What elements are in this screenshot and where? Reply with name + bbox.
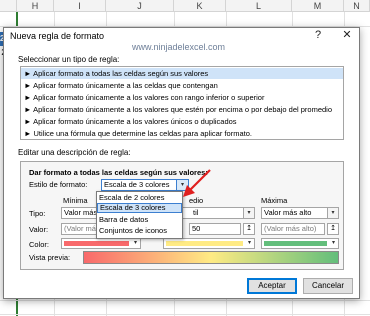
format-style-label: Estilo de formato: [29,180,88,189]
chevron-down-icon: ▾ [133,240,137,246]
max-color-fill [264,241,327,246]
rule-type-item[interactable]: ► Aplicar formato únicamente a los valor… [24,92,264,103]
color-label: Color: [29,240,50,249]
max-type-select[interactable]: Valor más alto ▾ [261,207,339,219]
format-style-select[interactable]: Escala de 3 colores ▾ [101,179,189,191]
column-header-j[interactable]: J [106,0,174,12]
column-header-h[interactable]: H [17,0,54,12]
preview-label: Vista previa: [29,253,71,262]
style-option-2-color-scale[interactable]: Escala de 2 colores [97,193,182,203]
grid-line [0,314,370,315]
rule-type-item[interactable]: ► Utilice una fórmula que determine las … [24,128,252,139]
rule-type-item[interactable]: ► Aplicar formato a todas las celdas seg… [21,68,343,79]
mid-color-picker[interactable]: ▾ [163,238,255,249]
rule-type-item[interactable]: ► Aplicar formato únicamente a las celda… [24,80,218,91]
min-color-picker[interactable]: ▾ [61,238,141,249]
value-label: Valor: [29,225,49,234]
style-option-data-bar[interactable]: Barra de datos [97,215,182,225]
column-header-l[interactable]: L [226,0,292,12]
column-header-n[interactable]: N [344,0,370,12]
rule-type-item[interactable]: ► Aplicar formato únicamente a los valor… [24,104,332,115]
grid-line [0,300,370,301]
maximum-header: Máxima [261,196,288,205]
max-type-value: Valor más alto [264,208,312,217]
edit-description-label: Editar una descripción de regla: [18,148,131,157]
type-label: Tipo: [29,209,46,218]
format-style-dropdown-list: Escala de 2 colores Escala de 3 colores … [96,191,183,239]
color-scale-preview [83,251,339,264]
cancel-button[interactable]: Cancelar [303,278,353,294]
rule-type-list[interactable]: ► Aplicar formato a todas las celdas seg… [20,66,344,140]
max-value-input[interactable]: (Valor más alto) [261,223,325,235]
max-range-select-button[interactable]: ↥ [327,223,339,235]
mid-type-value: til [193,208,199,217]
mid-color-fill [166,241,243,246]
rule-type-item[interactable]: ► Aplicar formato únicamente a los valor… [24,116,237,127]
max-value-text: (Valor más alto) [264,224,317,233]
annotation-arrow-icon [183,169,211,197]
minimum-header: Mínima [63,196,88,205]
mid-value-text: 50 [192,224,201,233]
max-color-picker[interactable]: ▾ [261,238,339,249]
chevron-down-icon: ▾ [331,240,335,246]
mid-range-select-button[interactable]: ↥ [243,223,255,235]
select-rule-type-label: Seleccionar un tipo de regla: [18,55,120,64]
min-color-fill [64,241,129,246]
close-icon[interactable]: ✕ [339,29,355,42]
mid-value-input[interactable]: 50 [189,223,241,235]
style-option-3-color-scale[interactable]: Escala de 3 colores [97,203,182,213]
column-header-i[interactable]: I [54,0,106,12]
column-header-m[interactable]: M [292,0,344,12]
dialog-title: Nueva regla de formato [10,31,105,41]
format-style-value: Escala de 3 colores [104,180,170,189]
chevron-down-icon: ▾ [247,240,251,246]
chevron-down-icon[interactable]: ▾ [327,208,338,218]
help-button[interactable]: ? [310,29,326,42]
chevron-down-icon[interactable]: ▾ [243,208,254,218]
style-option-icon-sets[interactable]: Conjuntos de iconos [97,226,182,236]
column-header-k[interactable]: K [174,0,226,12]
new-format-rule-dialog: Nueva regla de formato ? ✕ www.ninjadele… [3,27,360,299]
column-header-corner [0,0,17,12]
accept-button[interactable]: Aceptar [247,278,297,294]
watermark-text: www.ninjadelexcel.com [132,42,226,52]
